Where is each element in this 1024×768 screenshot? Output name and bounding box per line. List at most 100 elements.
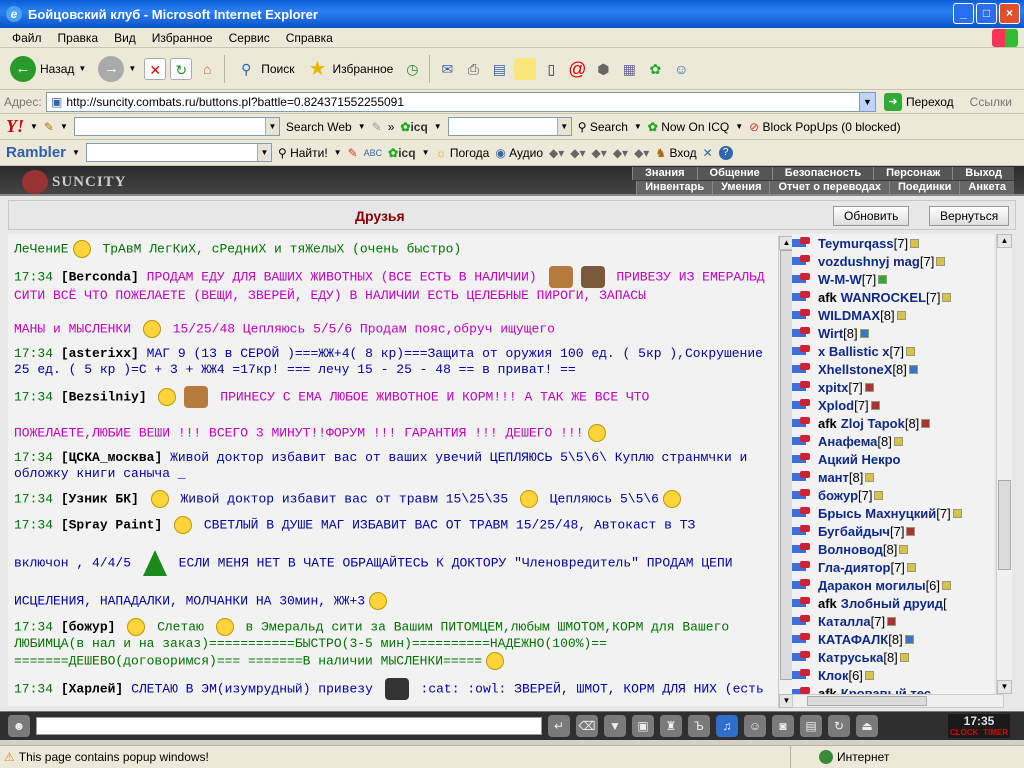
chat-nick[interactable]: [Харлей]	[61, 681, 123, 696]
users-hscrollbar[interactable]	[792, 694, 1004, 708]
nav-knowledge[interactable]: Знания	[632, 167, 697, 180]
private-message-icon[interactable]	[792, 615, 812, 627]
user-row[interactable]: Брысь Махнуцкий [7]	[792, 504, 994, 522]
rambler-dropdown-icon[interactable]: ▼	[72, 148, 80, 157]
user-row[interactable]: Волновод [8]	[792, 540, 994, 558]
block-popups-button[interactable]: ⊘ Block PopUps (0 blocked)	[749, 120, 900, 134]
user-info-icon[interactable]	[864, 382, 874, 392]
chat-nick[interactable]: [Spray Paint]	[61, 517, 162, 532]
nav-transfers[interactable]: Отчет о переводах	[769, 181, 890, 194]
private-message-icon[interactable]	[792, 543, 812, 555]
icq-search-dropdown-icon-2[interactable]: ▼	[634, 122, 642, 131]
user-nick[interactable]: Гла-диятор	[818, 560, 890, 575]
yahoo-logo[interactable]: Y!	[6, 116, 24, 137]
address-dropdown-icon[interactable]: ▼	[859, 92, 875, 111]
user-info-icon[interactable]	[874, 490, 884, 500]
chat-nick[interactable]: [Berconda]	[61, 269, 139, 284]
now-on-icq-dropdown-icon[interactable]: ▼	[735, 122, 743, 131]
user-info-icon[interactable]	[910, 238, 920, 248]
user-nick[interactable]: WANROCKEL	[841, 290, 926, 305]
user-info-icon[interactable]	[896, 310, 906, 320]
user-row[interactable]: мант [8]	[792, 468, 994, 486]
private-message-icon[interactable]	[792, 435, 812, 447]
nav-communication[interactable]: Общение	[696, 167, 772, 180]
user-nick[interactable]: Zloj Tapok	[841, 416, 905, 431]
close-button[interactable]: ×	[999, 3, 1020, 24]
user-row[interactable]: W-M-W [7]	[792, 270, 994, 288]
user-info-icon[interactable]	[942, 292, 952, 302]
chat-nick[interactable]: [Bezsilniy]	[61, 389, 147, 404]
rambler-icq-dropdown-icon[interactable]: ▼	[422, 148, 430, 157]
user-nick[interactable]: Wirt	[818, 326, 843, 341]
rambler-tool-icon-3[interactable]: ◆▾	[592, 146, 607, 160]
nav-inventory[interactable]: Инвентарь	[636, 181, 713, 194]
users-scroll-thumb[interactable]	[998, 480, 1011, 570]
menu-favorites[interactable]: Избранное	[144, 31, 221, 45]
user-info-icon[interactable]	[887, 616, 897, 626]
user-row[interactable]: x Ballistic x [7]	[792, 342, 994, 360]
chat-time[interactable]: 17:34	[14, 517, 53, 532]
user-nick[interactable]: Злобный друид	[841, 596, 943, 611]
send-icon[interactable]: ↵	[548, 715, 570, 737]
user-row[interactable]: Бугбайдыч [7]	[792, 522, 994, 540]
eraser-icon[interactable]: ⌫	[576, 715, 598, 737]
private-message-icon[interactable]	[792, 399, 812, 411]
user-nick[interactable]: КАТАФАЛК	[818, 632, 888, 647]
yahoo-search-input[interactable]: ▼	[73, 117, 280, 136]
mobile-icon[interactable]: ▯	[540, 58, 562, 80]
private-message-icon[interactable]	[792, 633, 812, 645]
user-info-icon[interactable]	[904, 634, 914, 644]
user-nick[interactable]: Xplod	[818, 398, 854, 413]
user-info-icon[interactable]	[906, 346, 916, 356]
search-web-button[interactable]: Search Web	[286, 120, 352, 134]
menu-view[interactable]: Вид	[106, 31, 144, 45]
menu-edit[interactable]: Правка	[50, 31, 107, 45]
rambler-tool-icon-1[interactable]: ◆▾	[549, 146, 564, 160]
yahoo-search-dropdown-icon[interactable]: ▼	[264, 118, 279, 135]
search-button[interactable]: ⚲ Поиск	[231, 58, 298, 80]
pencil-dropdown-icon[interactable]: ▼	[60, 122, 68, 131]
private-message-icon[interactable]	[792, 597, 812, 609]
nav-character[interactable]: Персонаж	[873, 167, 953, 180]
return-button[interactable]: Вернуться	[929, 206, 1010, 226]
user-info-icon[interactable]	[893, 436, 903, 446]
icq-search-input[interactable]: ▼	[447, 117, 572, 136]
user-info-icon[interactable]	[864, 670, 874, 680]
smiles-icon[interactable]: ☺	[744, 715, 766, 737]
user-row[interactable]: Xplod [7]	[792, 396, 994, 414]
user-info-icon[interactable]	[865, 472, 875, 482]
private-message-icon[interactable]	[792, 363, 812, 375]
icq-logo[interactable]: ✿icq	[400, 120, 427, 134]
chat-time[interactable]: 17:34	[14, 389, 53, 404]
rambler-icq-logo[interactable]: ✿icq	[388, 146, 415, 160]
private-message-icon[interactable]	[792, 417, 812, 429]
highlight-pen-icon[interactable]: ✎	[348, 146, 358, 160]
user-nick[interactable]: Даракон могилы	[818, 578, 926, 593]
user-nick[interactable]: Teymurqass	[818, 236, 894, 251]
user-row[interactable]: Ацкий Некро	[792, 450, 994, 468]
login-button[interactable]: ♞ Вход	[655, 146, 696, 160]
minimize-button[interactable]: _	[953, 3, 974, 24]
translit-icon[interactable]: Ъ	[688, 715, 710, 737]
rambler-tool-icon-2[interactable]: ◆▾	[570, 146, 585, 160]
private-message-icon[interactable]	[792, 561, 812, 573]
chat-mode-icon[interactable]: ☻	[8, 715, 30, 737]
user-info-icon[interactable]	[952, 508, 962, 518]
private-message-icon[interactable]	[792, 327, 812, 339]
user-row[interactable]: КАТАФАЛК [8]	[792, 630, 994, 648]
home-icon[interactable]: ⌂	[196, 58, 218, 80]
users-scrollbar[interactable]: ▲ ▼	[996, 234, 1012, 694]
chat-nick[interactable]: [asterixx]	[61, 346, 139, 361]
user-row[interactable]: XhellstoneX [8]	[792, 360, 994, 378]
search-web-dropdown-icon[interactable]: ▼	[358, 122, 366, 131]
shield-icon[interactable]: ⬢	[592, 58, 614, 80]
user-nick[interactable]: vozdushnyj mag	[818, 254, 920, 269]
user-row[interactable]: Гла-диятор [7]	[792, 558, 994, 576]
user-info-icon[interactable]	[942, 580, 952, 590]
user-nick[interactable]: x Ballistic x	[818, 344, 890, 359]
user-info-icon[interactable]	[906, 562, 916, 572]
chat-nick[interactable]: [ЦСКА_москва]	[61, 450, 162, 465]
refresh-chat-icon[interactable]: ↻	[828, 715, 850, 737]
user-info-icon[interactable]	[906, 526, 916, 536]
user-row[interactable]: Даракон могилы [6]	[792, 576, 994, 594]
